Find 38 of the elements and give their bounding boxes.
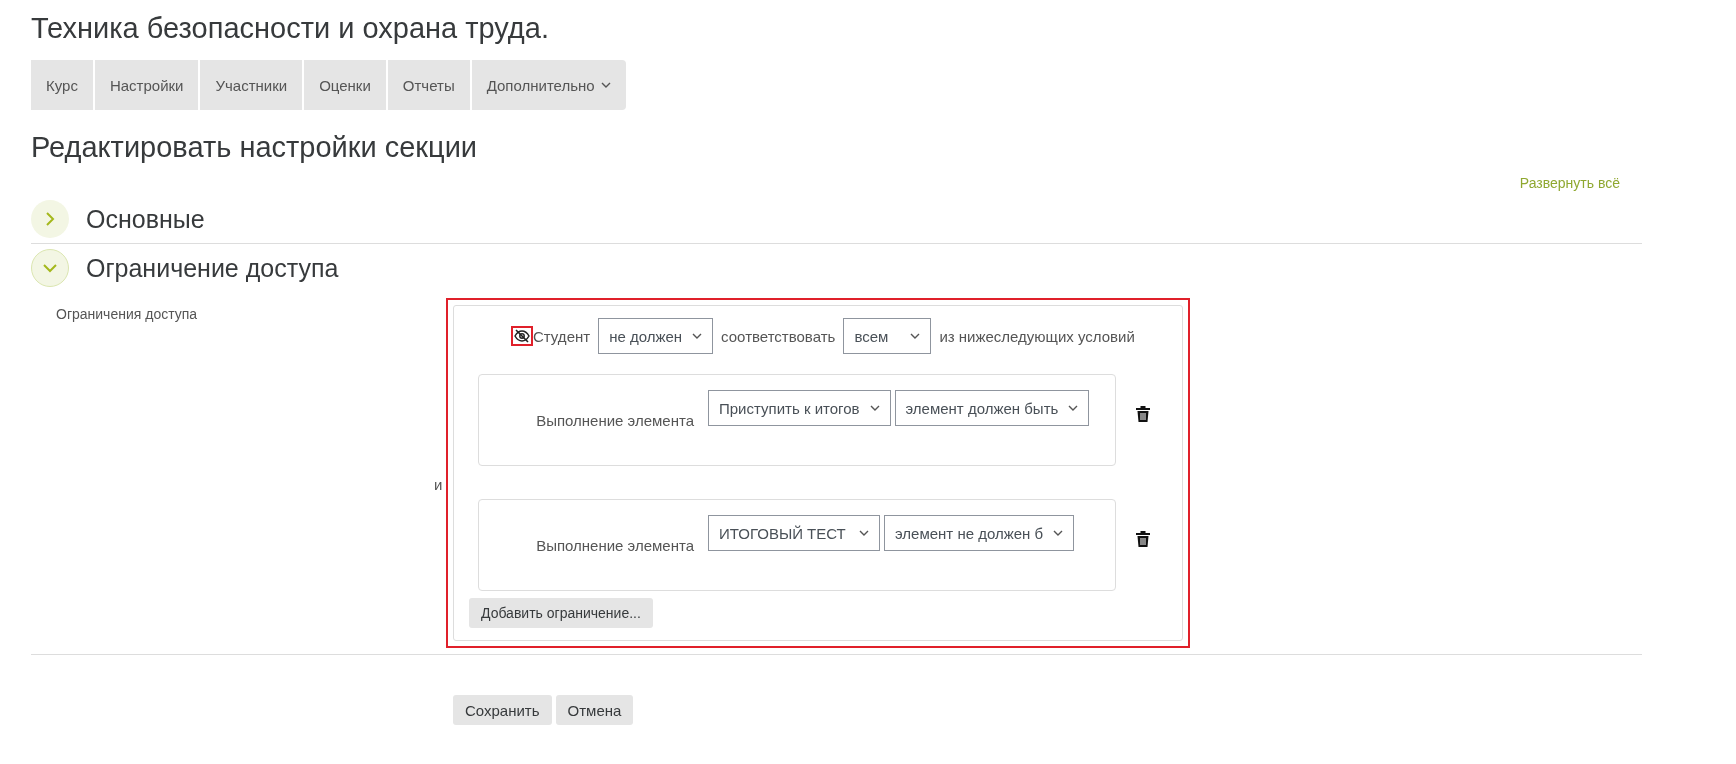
caret-icon [910, 332, 921, 340]
section-toggle[interactable] [31, 200, 69, 238]
add-restriction-button[interactable]: Добавить ограничение... [469, 598, 653, 628]
page-heading: Редактировать настройки секции [31, 130, 479, 165]
section-title: Ограничение доступа [86, 253, 339, 283]
nav-tab[interactable]: Участники [200, 60, 305, 110]
dropdown-select[interactable]: элемент не должен б [884, 515, 1075, 551]
caret-icon [600, 81, 611, 89]
condition-text: Студент [533, 327, 591, 345]
field-label: Ограничения доступа [55, 305, 199, 322]
nav-tab[interactable]: Курс [31, 60, 95, 110]
chevron-down-icon [43, 263, 57, 273]
section-title: Основные [86, 204, 205, 234]
caret-icon [859, 529, 869, 537]
dropdown-select[interactable]: Приступить к итогов [708, 390, 891, 426]
condition-text: из нижеследующих условий [939, 327, 1135, 345]
nav-tab[interactable]: Настройки [94, 60, 201, 110]
chevron-right-icon [45, 212, 55, 226]
course-title: Техника безопасности и охрана труда. [31, 11, 550, 46]
hidden-eye-icon[interactable] [511, 326, 533, 346]
connector-text: и [434, 476, 443, 493]
caret-icon [1053, 529, 1064, 537]
form-button[interactable]: Сохранить [453, 695, 552, 725]
nav-tab[interactable]: Отчеты [387, 60, 472, 110]
dropdown-select[interactable]: не должен [598, 318, 714, 354]
nav-tab[interactable]: Дополнительно [471, 60, 626, 110]
condition-label: Выполнение элемента [535, 412, 694, 429]
form-button[interactable]: Отмена [555, 695, 634, 725]
condition-label: Выполнение элемента [535, 537, 694, 554]
dropdown-select[interactable]: всем [843, 318, 932, 354]
condition-text: соответствовать [721, 327, 836, 345]
dropdown-select[interactable]: элемент должен быть [894, 390, 1090, 426]
caret-icon [1068, 404, 1079, 412]
section-toggle[interactable] [31, 249, 69, 287]
dropdown-select[interactable]: ИТОГОВЫЙ ТЕСТ [708, 515, 880, 551]
nav-tab[interactable]: Оценки [304, 60, 388, 110]
caret-icon [869, 404, 880, 412]
caret-icon [692, 332, 703, 340]
